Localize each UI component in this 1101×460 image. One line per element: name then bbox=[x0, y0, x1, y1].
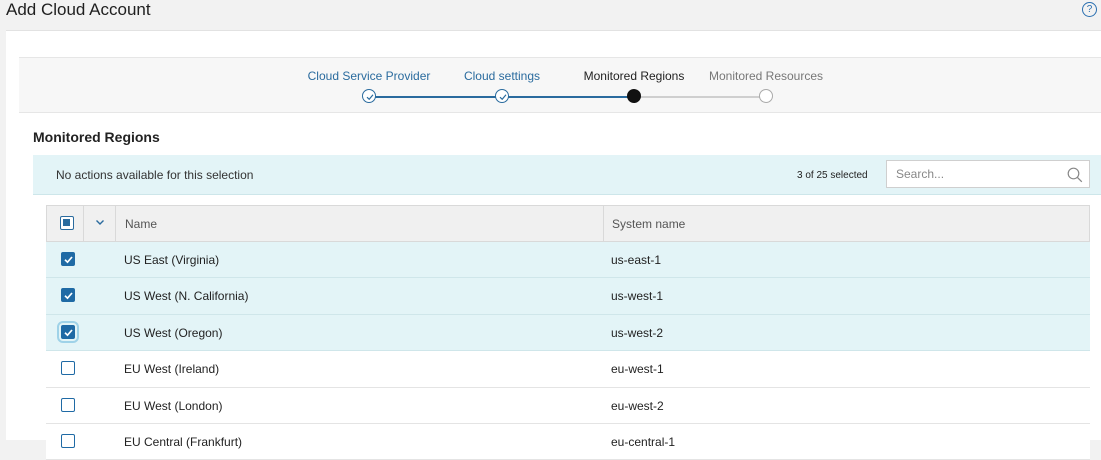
region-system-name: eu-west-2 bbox=[611, 398, 664, 413]
step-connector bbox=[368, 96, 502, 98]
region-system-name: eu-central-1 bbox=[611, 434, 676, 449]
table-row[interactable]: US West (N. California) us-west-1 bbox=[46, 278, 1090, 315]
step-complete-icon[interactable] bbox=[362, 89, 376, 103]
step-current-icon bbox=[627, 89, 641, 103]
table-row[interactable]: EU Central (Frankfurt) eu-central-1 bbox=[46, 423, 1090, 460]
region-system-name: us-east-1 bbox=[611, 253, 662, 267]
column-header-name[interactable]: Name bbox=[125, 217, 157, 231]
check-icon bbox=[64, 292, 73, 300]
table-row[interactable]: EU West (Ireland) eu-west-1 bbox=[46, 351, 1090, 388]
step-label-cloud-settings[interactable]: Cloud settings bbox=[464, 69, 540, 83]
step-pending-icon bbox=[759, 89, 773, 103]
chevron-down-icon bbox=[96, 220, 104, 225]
page-header: Add Cloud Account ? bbox=[0, 0, 1101, 30]
regions-table: Name System name US East (Virginia) us-e… bbox=[46, 205, 1090, 460]
row-checkbox[interactable] bbox=[61, 397, 75, 412]
region-system-name: eu-west-1 bbox=[611, 362, 664, 377]
row-checkbox[interactable] bbox=[61, 433, 75, 448]
help-icon[interactable]: ? bbox=[1082, 2, 1097, 17]
region-name: EU West (Ireland) bbox=[124, 362, 220, 377]
step-connector bbox=[502, 96, 633, 98]
selected-count: 3 of 25 selected bbox=[797, 170, 868, 181]
row-checkbox[interactable] bbox=[61, 288, 75, 303]
region-system-name: us-west-1 bbox=[611, 289, 664, 304]
step-label-monitored-regions: Monitored Regions bbox=[583, 69, 685, 83]
row-checkbox[interactable] bbox=[61, 361, 75, 376]
region-name: EU Central (Frankfurt) bbox=[124, 434, 243, 449]
main-panel: Cloud Service Provider Cloud settings Mo… bbox=[6, 30, 1101, 460]
region-name: EU West (London) bbox=[124, 398, 223, 413]
step-label-cloud-service-provider[interactable]: Cloud Service Provider bbox=[308, 69, 431, 83]
check-icon bbox=[64, 256, 73, 264]
wizard-stepper: Cloud Service Provider Cloud settings Mo… bbox=[19, 57, 1101, 113]
table-header: Name System name bbox=[46, 205, 1090, 242]
search-box bbox=[886, 160, 1090, 188]
search-icon[interactable] bbox=[1067, 167, 1083, 183]
no-actions-text: No actions available for this selection bbox=[56, 168, 254, 182]
region-system-name: us-west-2 bbox=[611, 325, 664, 340]
column-header-system-name[interactable]: System name bbox=[612, 217, 685, 231]
table-row[interactable]: EU West (London) eu-west-2 bbox=[46, 387, 1090, 424]
row-checkbox[interactable] bbox=[61, 252, 75, 266]
select-all-cell bbox=[47, 206, 116, 241]
action-bar: No actions available for this selection … bbox=[33, 155, 1101, 195]
step-complete-icon[interactable] bbox=[495, 89, 509, 103]
step-label-monitored-resources: Monitored Resources bbox=[708, 69, 824, 83]
step-connector bbox=[633, 96, 765, 98]
column-divider bbox=[603, 206, 604, 241]
region-name: US West (Oregon) bbox=[124, 325, 223, 340]
region-name: US East (Virginia) bbox=[124, 253, 220, 267]
table-row[interactable]: US West (Oregon) us-west-2 bbox=[46, 314, 1090, 352]
page-title: Add Cloud Account bbox=[6, 0, 151, 19]
table-row[interactable]: US East (Virginia) us-east-1 bbox=[46, 242, 1090, 279]
select-all-checkbox[interactable] bbox=[60, 216, 74, 230]
section-title: Monitored Regions bbox=[33, 129, 160, 145]
region-name: US West (N. California) bbox=[124, 289, 249, 304]
search-input[interactable] bbox=[887, 161, 1062, 187]
select-menu-button[interactable] bbox=[83, 206, 116, 241]
row-checkbox[interactable] bbox=[57, 320, 79, 343]
check-icon bbox=[64, 329, 73, 337]
